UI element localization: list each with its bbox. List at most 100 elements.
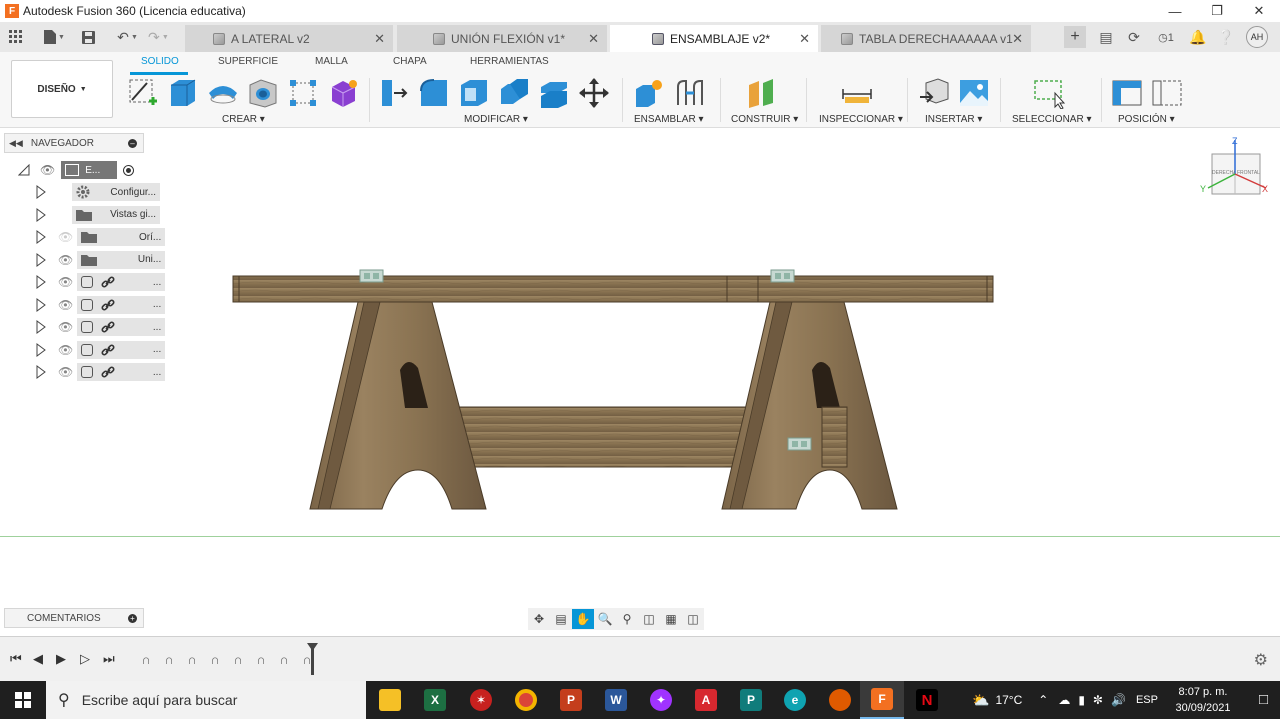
tab-solido[interactable]: SOLIDO xyxy=(141,56,179,67)
orbit-icon[interactable]: ✥ xyxy=(528,609,550,629)
group-crear[interactable]: CREAR ▾ xyxy=(222,114,265,125)
chrome-icon[interactable] xyxy=(504,681,548,719)
create-sketch-icon[interactable] xyxy=(127,77,159,109)
red-app-icon[interactable]: ✶ xyxy=(459,681,503,719)
project-icon[interactable]: P xyxy=(729,681,773,719)
step-forward-icon[interactable]: ▷ xyxy=(80,651,90,667)
pattern-icon[interactable] xyxy=(287,77,319,109)
data-panel-grid-icon[interactable] xyxy=(6,27,26,47)
extensions-icon[interactable]: ⟳ xyxy=(1120,29,1148,46)
user-avatar[interactable]: AH xyxy=(1246,26,1268,48)
close-icon[interactable]: ✕ xyxy=(1012,31,1023,47)
document-tab[interactable]: A LATERAL v2 ✕ xyxy=(185,25,393,52)
word-icon[interactable]: W xyxy=(594,681,638,719)
chevron-down-icon[interactable]: ▼ xyxy=(162,34,169,41)
group-insertar[interactable]: INSERTAR ▾ xyxy=(925,114,982,125)
play-icon[interactable]: ▶ xyxy=(56,651,66,667)
pan-hand-icon[interactable]: ✋ xyxy=(572,609,594,629)
timeline-joint-icon[interactable]: ∩ xyxy=(136,650,156,668)
taskbar-search-box[interactable]: ⚲ Escribe aquí para buscar xyxy=(46,681,366,719)
group-modificar[interactable]: MODIFICAR ▾ xyxy=(464,114,528,125)
powerpoint-icon[interactable]: P xyxy=(549,681,593,719)
grid-settings-icon[interactable]: ▦ xyxy=(660,609,682,629)
canvas-viewport[interactable] xyxy=(0,128,1280,548)
taskbar-clock[interactable]: 8:07 p. m. 30/09/2021 xyxy=(1168,684,1238,716)
job-status-icon[interactable]: ◷1 xyxy=(1148,31,1184,44)
display-settings-icon[interactable]: ◫ xyxy=(638,609,660,629)
document-tab[interactable]: UNIÓN FLEXIÓN v1* ✕ xyxy=(397,25,607,52)
new-component-icon[interactable] xyxy=(633,77,665,109)
offset-plane-icon[interactable] xyxy=(745,77,777,109)
viewports-icon[interactable]: ◫ xyxy=(682,609,704,629)
create-form-icon[interactable] xyxy=(327,77,359,109)
battery-icon[interactable]: ▮ xyxy=(1078,693,1085,707)
timeline-joint-icon[interactable]: ∩ xyxy=(274,650,294,668)
group-inspeccionar[interactable]: INSPECCIONAR ▾ xyxy=(819,114,903,125)
file-explorer-icon[interactable] xyxy=(368,681,412,719)
model-table-top[interactable] xyxy=(232,275,994,303)
joint-marker-icon[interactable] xyxy=(787,437,812,451)
timeline-joint-icon[interactable]: ∩ xyxy=(297,650,317,668)
new-tab-plus-icon[interactable]: + xyxy=(1064,26,1086,48)
netflix-icon[interactable]: N xyxy=(905,681,949,719)
window-select-icon[interactable] xyxy=(1033,77,1065,109)
tab-herramientas[interactable]: HERRAMIENTAS xyxy=(470,56,549,67)
workspace-switcher[interactable]: DISEÑO ▼ xyxy=(11,60,113,118)
insert-canvas-image-icon[interactable] xyxy=(958,77,990,109)
onedrive-icon[interactable]: ☁ xyxy=(1058,693,1070,707)
chevron-down-icon[interactable]: ▼ xyxy=(131,34,138,41)
combine-icon[interactable] xyxy=(498,77,530,109)
tab-malla[interactable]: MALLA xyxy=(315,56,348,67)
timeline-joint-icon[interactable]: ∩ xyxy=(205,650,225,668)
joint-marker-icon[interactable] xyxy=(359,269,384,283)
viewcube-side-label[interactable]: DERECHA xyxy=(1212,170,1235,176)
revert-position-icon[interactable] xyxy=(1151,77,1183,109)
windows-start-icon[interactable] xyxy=(0,681,46,719)
group-construir[interactable]: CONSTRUIR ▾ xyxy=(731,114,798,125)
zoom-icon[interactable]: 🔍 xyxy=(594,609,616,629)
timeline-joint-icon[interactable]: ∩ xyxy=(182,650,202,668)
model-left-leg[interactable] xyxy=(309,301,487,510)
split-body-icon[interactable] xyxy=(538,77,570,109)
weather-cloud-icon[interactable]: ⛅ xyxy=(972,692,989,709)
language-indicator[interactable]: ESP xyxy=(1136,694,1158,706)
document-tab[interactable]: TABLA DERECHAAAAAA v1 ✕ xyxy=(821,25,1031,52)
comments-panel-header[interactable]: COMENTARIOS + xyxy=(4,608,144,628)
model-right-leg[interactable] xyxy=(721,301,898,510)
timeline-joint-icon[interactable]: ∩ xyxy=(159,650,179,668)
joint-marker-icon[interactable] xyxy=(770,269,795,283)
file-menu-icon[interactable] xyxy=(40,27,60,47)
press-pull-icon[interactable] xyxy=(378,77,410,109)
acrobat-icon[interactable]: A xyxy=(684,681,728,719)
measure-icon[interactable] xyxy=(841,77,873,109)
gear-icon[interactable]: ⚙ xyxy=(1254,650,1268,670)
help-icon[interactable]: ❔ xyxy=(1212,29,1240,46)
capture-position-icon[interactable] xyxy=(1111,77,1143,109)
timeline-joint-icon[interactable]: ∩ xyxy=(251,650,271,668)
app-icon[interactable] xyxy=(818,681,862,719)
chevron-down-icon[interactable]: ▼ xyxy=(58,34,65,41)
document-tab-active[interactable]: ENSAMBLAJE v2* ✕ xyxy=(610,25,818,52)
group-seleccionar[interactable]: SELECCIONAR ▾ xyxy=(1012,114,1092,125)
plus-icon[interactable]: + xyxy=(128,613,137,623)
undo-icon[interactable]: ↶ xyxy=(113,27,133,47)
notification-center-icon[interactable]: □ xyxy=(1259,691,1268,708)
joint-icon[interactable] xyxy=(674,77,706,109)
step-back-icon[interactable]: ◀ xyxy=(33,651,43,667)
tab-superficie[interactable]: SUPERFICIE xyxy=(218,56,278,67)
look-at-icon[interactable]: ▤ xyxy=(550,609,572,629)
go-to-start-icon[interactable]: ⏮ xyxy=(10,651,22,667)
minimize-button[interactable]: — xyxy=(1154,0,1196,22)
excel-icon[interactable]: X xyxy=(413,681,457,719)
insert-derive-icon[interactable] xyxy=(918,77,950,109)
tab-chapa[interactable]: CHAPA xyxy=(393,56,427,67)
edge-icon[interactable]: e xyxy=(773,681,817,719)
revolve-icon[interactable] xyxy=(207,77,239,109)
restore-button[interactable]: ❐ xyxy=(1196,0,1238,22)
volume-icon[interactable]: 🔊 xyxy=(1111,693,1126,707)
shell-icon[interactable] xyxy=(458,77,490,109)
close-icon[interactable]: ✕ xyxy=(374,31,385,47)
comments-icon[interactable]: ▤ xyxy=(1092,29,1120,46)
view-cube[interactable]: Z X Y DERECHA FRONTAL xyxy=(1200,136,1272,198)
move-copy-icon[interactable] xyxy=(578,77,610,109)
